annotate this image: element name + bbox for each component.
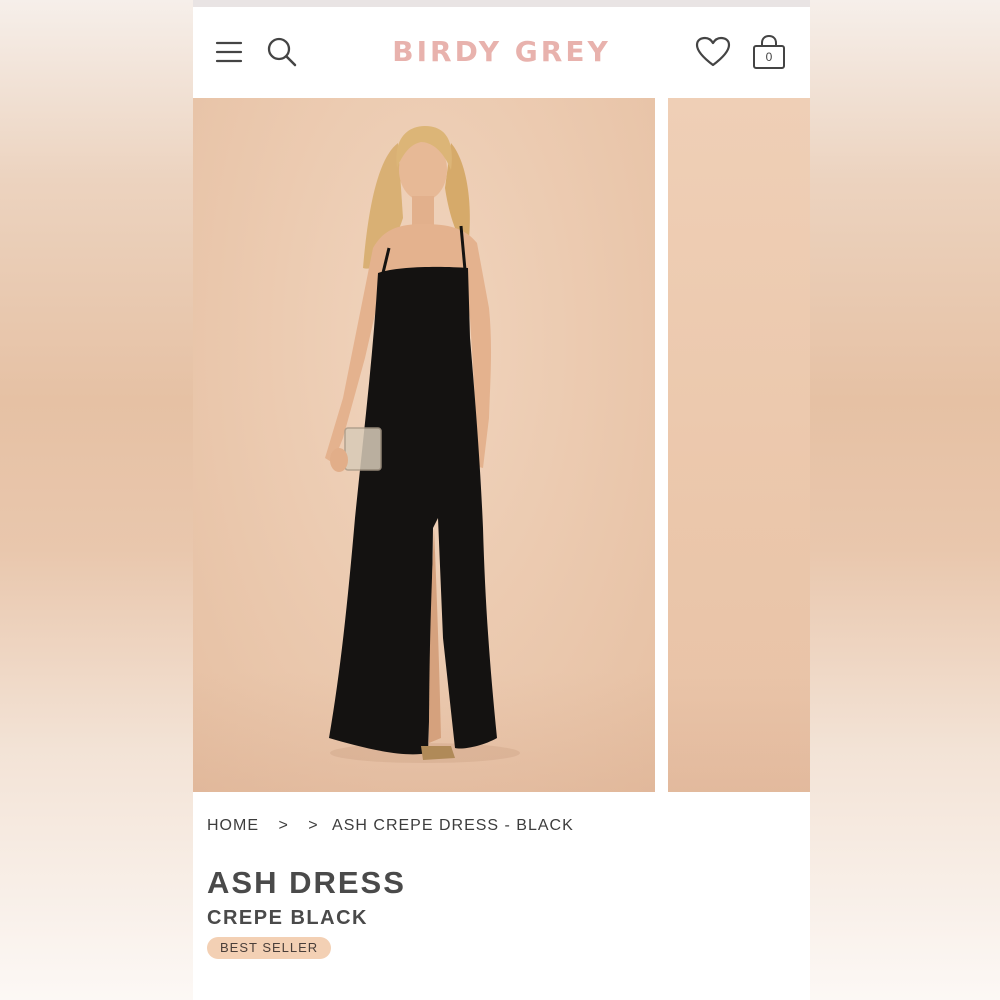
product-title: ASH DRESS: [207, 865, 406, 900]
cart-count: 0: [765, 50, 773, 64]
product-color-subtitle: CREPE BLACK: [207, 907, 368, 929]
product-image-gallery[interactable]: [193, 98, 810, 792]
blurred-backdrop-left: [0, 0, 193, 1000]
model-wearing-black-dress-image: [325, 126, 520, 763]
breadcrumb-current: ASH CREPE DRESS - BLACK: [332, 817, 574, 834]
product-image-next[interactable]: [668, 98, 810, 792]
breadcrumb-separator: >: [278, 817, 289, 834]
mobile-page: BIRDY GREY 0 HOME > > ASH CREPE DRESS - …: [193, 0, 810, 1000]
product-image-main[interactable]: [193, 98, 655, 792]
breadcrumb-separator: >: [308, 817, 319, 834]
breadcrumb-home-link[interactable]: HOME: [207, 817, 259, 835]
blurred-backdrop-right: [810, 0, 1000, 1000]
status-strip: [193, 0, 810, 7]
site-header: BIRDY GREY 0: [193, 7, 810, 98]
heart-icon[interactable]: [695, 36, 731, 68]
shopping-bag-icon[interactable]: 0: [751, 33, 787, 71]
backdrop-floor: [668, 672, 810, 792]
breadcrumb: HOME > > ASH CREPE DRESS - BLACK: [207, 817, 574, 835]
best-seller-badge: BEST SELLER: [207, 937, 332, 959]
